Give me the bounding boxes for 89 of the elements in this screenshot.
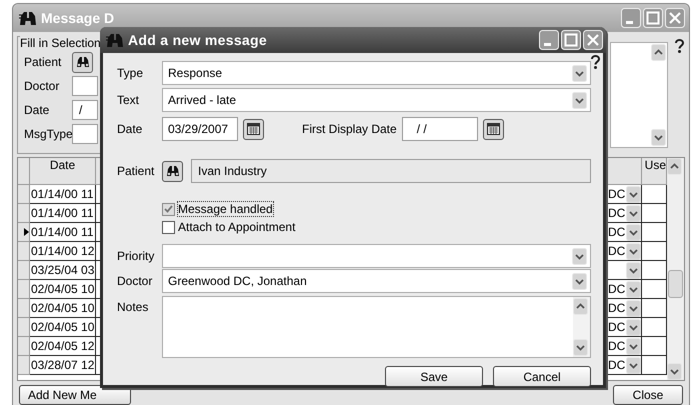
minimize-button[interactable] [621,8,641,28]
cancel-button[interactable]: Cancel [493,366,591,387]
dialog-title: Add a new message [128,32,268,48]
checkbox-label[interactable]: Attach to Appointment [178,220,296,234]
text-field[interactable]: / [72,100,98,120]
group-label: Fill in Selection [20,36,101,50]
column-header: Use [642,158,667,185]
doctor-dropdown[interactable]: Greenwood DC, Jonathan [162,269,591,293]
calendar-icon [486,123,500,135]
chevron-down-icon[interactable] [572,64,587,82]
field-label: Doctor [24,79,60,93]
chevron-down-icon[interactable] [626,318,641,336]
chevron-down-icon[interactable] [626,262,641,278]
field-label: Patient [117,164,156,178]
field-label: Notes [117,299,150,314]
field-label: Date [24,103,50,117]
maximize-button[interactable] [561,30,581,50]
checkbox[interactable] [162,220,175,234]
notes-field[interactable] [162,296,591,358]
save-button[interactable]: Save [385,366,483,387]
checkbox-label[interactable]: Message handled [178,202,273,216]
help-icon[interactable] [674,38,685,54]
field-label: Doctor [117,274,154,288]
help-icon[interactable] [590,54,601,70]
table-cell: 02/04/05 10 [30,318,96,337]
window-title: Message D [41,10,116,26]
chevron-down-icon[interactable] [573,339,588,356]
chevron-down-icon[interactable] [626,242,641,260]
patient-search-button[interactable] [162,160,183,182]
date-field[interactable]: 03/29/2007 [162,117,238,141]
chevron-down-icon[interactable] [572,92,587,108]
type-dropdown[interactable]: Response [162,61,591,85]
chevron-down-icon[interactable] [572,248,587,264]
table-cell: 01/14/00 11 [30,223,96,242]
search-button[interactable] [72,52,93,72]
binoculars-icon [76,56,90,68]
maximize-button[interactable] [643,8,663,28]
chevron-up-icon[interactable] [651,44,666,61]
minimize-button[interactable] [539,30,559,50]
scrollbar[interactable] [573,297,590,357]
table-cell: 01/14/00 12 [30,242,96,261]
chevron-down-icon[interactable] [626,356,641,374]
scrollbar-thumb[interactable] [668,270,683,298]
row-header[interactable] [18,223,30,242]
scrollbar[interactable] [667,158,684,380]
close-button[interactable] [583,30,603,50]
chevron-down-icon[interactable] [626,204,641,222]
chevron-up-icon[interactable] [573,298,588,315]
calendar-button[interactable] [482,118,504,140]
chevron-down-icon[interactable] [626,186,641,202]
text-field[interactable] [72,124,98,144]
table-cell: 02/04/05 12 [30,337,96,356]
table-cell: 03/28/07 12 [30,356,96,375]
table-cell: 02/04/05 10 [30,299,96,318]
field-label: MsgType [24,127,72,141]
field-label: Patient [24,55,62,69]
chevron-down-icon[interactable] [651,129,666,146]
text-dropdown[interactable]: Arrived - late [162,88,591,112]
add-message-button[interactable]: Add New Me [19,385,131,405]
chevron-down-icon[interactable] [667,363,682,380]
close-button[interactable]: Close [613,385,683,405]
chevron-down-icon[interactable] [572,272,587,290]
field-label: First Display Date [302,122,397,136]
column-header: Date [30,158,96,185]
close-button[interactable] [665,8,685,28]
table-cell: 03/25/04 03 [30,261,96,280]
table-cell: 01/14/00 11 [30,204,96,223]
checkbox[interactable] [162,202,175,216]
field-label: Date [117,122,144,136]
chevron-down-icon[interactable] [626,300,641,316]
binoculars-icon [19,10,37,26]
text-field[interactable] [72,76,98,96]
chevron-down-icon[interactable] [626,224,641,240]
chevron-down-icon[interactable] [626,338,641,354]
table-cell: 01/14/00 11 [30,185,96,204]
chevron-up-icon[interactable] [667,158,682,175]
row-pointer-icon [24,228,29,236]
patient-field: Ivan Industry [191,159,591,183]
field-label: Type [117,66,144,80]
binoculars-icon [166,165,180,177]
field-label: Text [117,93,140,107]
field-label: Priority [117,249,156,263]
binoculars-icon [106,32,124,48]
calendar-button[interactable] [243,118,264,140]
table-cell: 02/04/05 10 [30,280,96,299]
chevron-down-icon[interactable] [626,280,641,298]
row-header [18,158,30,185]
calendar-icon [247,123,260,135]
date-field[interactable]: / / [402,117,478,141]
